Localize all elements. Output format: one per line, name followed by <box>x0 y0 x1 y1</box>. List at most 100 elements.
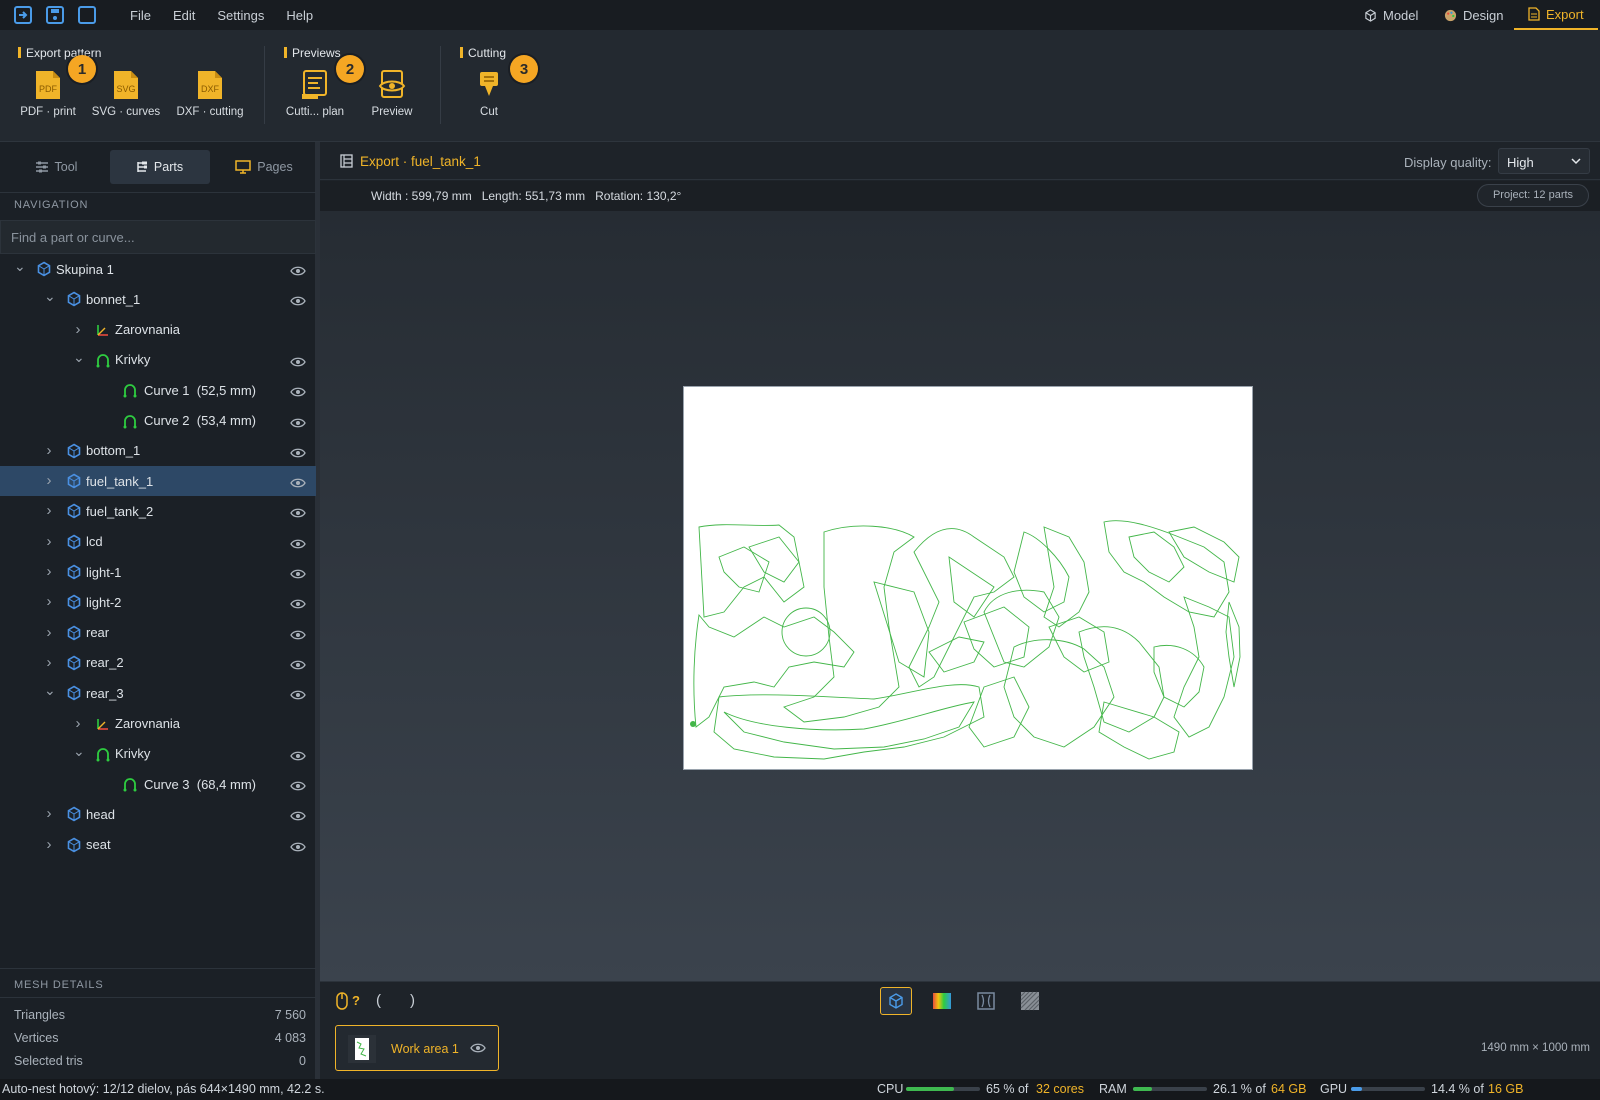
preview-button[interactable]: Preview <box>352 70 432 118</box>
visibility-eye-icon[interactable] <box>290 506 306 518</box>
visibility-eye-icon[interactable] <box>290 658 306 670</box>
tree-item-rear_3[interactable]: ⌄ rear_3 <box>0 678 316 708</box>
visibility-eye-icon[interactable] <box>290 294 306 306</box>
part-icon <box>66 443 82 459</box>
mode-tab-design[interactable]: Design <box>1444 0 1503 30</box>
chevron-down-icon[interactable]: ⌄ <box>73 744 85 759</box>
visibility-eye-icon[interactable] <box>290 416 306 427</box>
visibility-eye-icon[interactable] <box>290 628 306 639</box>
visibility-eye-icon[interactable] <box>290 809 306 821</box>
nesting-sheet[interactable] <box>683 386 1253 770</box>
cutting-plan-button[interactable]: Cutti... plan <box>275 70 355 118</box>
cut-button[interactable]: Cut <box>449 70 529 118</box>
chevron-right-icon[interactable]: › <box>44 564 54 579</box>
view-mode-texture-button[interactable] <box>1014 987 1046 1015</box>
chevron-right-icon[interactable]: › <box>44 625 54 640</box>
chevron-right-icon[interactable]: › <box>44 655 54 670</box>
chevron-right-icon[interactable]: › <box>44 594 54 609</box>
chevron-right-icon[interactable]: › <box>44 473 54 488</box>
tree-item-rear[interactable]: › rear <box>0 618 316 648</box>
chevron-down-icon[interactable]: ⌄ <box>44 289 56 304</box>
visibility-eye-icon[interactable] <box>290 385 306 397</box>
visibility-eye-icon[interactable] <box>290 264 306 276</box>
tree-item-bonnet_1[interactable]: ⌄ bonnet_1 <box>0 284 316 314</box>
display-quality-select[interactable]: High <box>1498 148 1590 174</box>
tree-item-curve[interactable]: Curve 1 (52,5 mm) <box>0 375 316 405</box>
mode-tab-label: Design <box>1463 7 1504 23</box>
tree-item-fuel_tank_1[interactable]: › fuel_tank_1 <box>0 466 316 497</box>
tree-item-curve[interactable]: Curve 2 (53,4 mm) <box>0 406 316 436</box>
tree-item-krivky[interactable]: ⌄ Krivky <box>0 739 316 769</box>
tree-item-krivky[interactable]: ⌄ Krivky <box>0 345 316 375</box>
part-search-input[interactable] <box>0 220 316 254</box>
mouse-help-hint[interactable]: ? <box>352 993 360 1008</box>
visibility-eye-icon[interactable] <box>290 567 306 579</box>
visibility-eye-icon[interactable] <box>290 476 306 488</box>
export-pdf-button[interactable]: PDF PDF · print <box>8 70 88 118</box>
tree-item-curve[interactable]: Curve 3 (68,4 mm) <box>0 769 316 799</box>
chevron-right-icon[interactable]: › <box>44 503 54 518</box>
chevron-right-icon[interactable]: › <box>73 322 83 337</box>
visibility-eye-icon[interactable] <box>290 749 306 761</box>
tree-item-zarovnania[interactable]: › Zarovnania <box>0 315 316 345</box>
rotate-right-button[interactable]: ) <box>410 992 415 1009</box>
view-mode-3d-button[interactable] <box>880 987 912 1015</box>
window-icon[interactable] <box>78 6 96 24</box>
menu-help[interactable]: Help <box>286 8 313 23</box>
work-area-card[interactable]: Work area 1 <box>335 1025 499 1071</box>
chevron-right-icon[interactable]: › <box>44 443 54 458</box>
chevron-down-icon[interactable]: ⌄ <box>44 683 56 698</box>
viewport-title: Export · fuel_tank_1 <box>360 154 481 169</box>
tree-item-light-2[interactable]: › light-2 <box>0 587 316 617</box>
view-mode-color-button[interactable] <box>926 987 958 1015</box>
tab-pages[interactable]: Pages <box>214 150 314 184</box>
tree-item-bottom_1[interactable]: › bottom_1 <box>0 436 316 466</box>
visibility-eye-icon[interactable] <box>290 355 306 367</box>
tree-item-label: Curve 2 (53,4 mm) <box>144 413 256 428</box>
project-parts-badge: Project: 12 parts <box>1477 184 1589 207</box>
export-dxf-button[interactable]: DXF DXF · cutting <box>170 70 250 118</box>
chevron-right-icon[interactable]: › <box>73 716 83 731</box>
gpu-label: GPU <box>1320 1082 1348 1096</box>
menu-file[interactable]: File <box>130 8 151 23</box>
view-mode-pattern-button[interactable] <box>970 987 1002 1015</box>
visibility-eye-icon[interactable] <box>290 688 306 700</box>
chevron-right-icon[interactable]: › <box>44 534 54 549</box>
tree-item-seat[interactable]: › seat <box>0 830 316 860</box>
tree-item-fuel_tank_2[interactable]: › fuel_tank_2 <box>0 496 316 526</box>
tree-item-head[interactable]: › head <box>0 799 316 829</box>
tree-item-label: fuel_tank_1 <box>86 473 154 489</box>
tree-item-skupina[interactable]: ⌄ Skupina 1 <box>0 254 316 284</box>
visibility-eye-icon[interactable] <box>290 537 306 549</box>
work-area-dimensions: 1490 mm × 1000 mm <box>1481 1042 1590 1054</box>
visibility-eye-icon[interactable] <box>290 779 306 791</box>
viewport-header: Export · fuel_tank_1 Display quality: Hi… <box>320 142 1600 180</box>
tab-tool[interactable]: Tool <box>6 150 106 184</box>
tree-item-light-1[interactable]: › light-1 <box>0 557 316 587</box>
chevron-right-icon[interactable]: › <box>44 806 54 821</box>
tree-item-zarovnania[interactable]: › Zarovnania <box>0 709 316 739</box>
menu-edit[interactable]: Edit <box>173 8 195 23</box>
menu-settings[interactable]: Settings <box>217 8 264 23</box>
mouse-icon[interactable] <box>336 992 348 1010</box>
cpu-total: 32 cores <box>1036 1082 1084 1096</box>
chevron-down-icon[interactable]: ⌄ <box>73 350 85 365</box>
rotate-left-button[interactable]: ( <box>376 992 381 1009</box>
tree-item-lcd[interactable]: › lcd <box>0 527 316 557</box>
chevron-down-icon[interactable]: ⌄ <box>14 259 26 274</box>
pdf-file-icon: PDF <box>36 71 60 99</box>
button-label: Preview <box>371 106 413 118</box>
save-icon[interactable] <box>46 6 64 24</box>
tab-parts[interactable]: Parts <box>110 150 210 184</box>
tree-item-label: head <box>86 806 115 822</box>
tree-item-rear_2[interactable]: › rear_2 <box>0 648 316 678</box>
export-svg-button[interactable]: SVG SVG · curves <box>86 70 166 118</box>
chevron-right-icon[interactable]: › <box>44 837 54 852</box>
mode-tab-model[interactable]: Model <box>1364 0 1418 30</box>
visibility-eye-icon[interactable] <box>290 840 306 852</box>
eye-icon[interactable] <box>470 1043 486 1053</box>
visibility-eye-icon[interactable] <box>290 597 306 609</box>
visibility-eye-icon[interactable] <box>290 446 306 458</box>
mode-tab-export[interactable]: Export <box>1514 0 1598 30</box>
app-logo-icon[interactable] <box>14 6 32 24</box>
